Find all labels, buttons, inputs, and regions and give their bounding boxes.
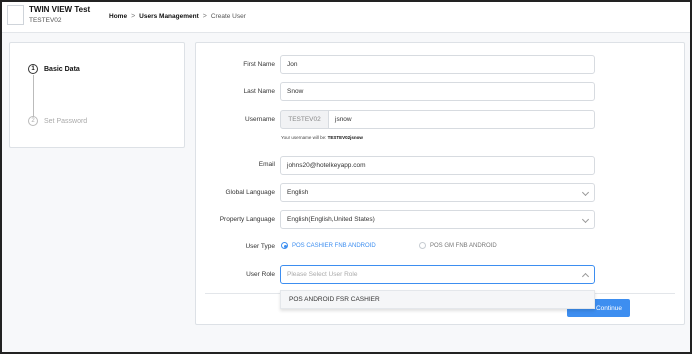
user-type-label: User Type bbox=[245, 243, 275, 250]
first-name-field[interactable]: Jon bbox=[280, 55, 595, 74]
breadcrumb-current: Create User bbox=[210, 13, 246, 20]
user-role-placeholder: Please Select User Role bbox=[287, 271, 358, 278]
step-number-badge: 1 bbox=[28, 64, 38, 74]
user-role-label: User Role bbox=[246, 271, 275, 278]
step-label: Basic Data bbox=[44, 65, 80, 73]
property-language-label: Property Language bbox=[219, 216, 275, 223]
app-title: TWIN VIEW Test bbox=[29, 5, 91, 14]
last-name-field[interactable]: Snow bbox=[280, 82, 595, 101]
email-field[interactable]: johns20@hotelkeyapp.com bbox=[280, 156, 595, 175]
username-prefix: TESTEV02 bbox=[280, 110, 329, 129]
chevron-up-icon bbox=[581, 272, 590, 281]
radio-selected-icon[interactable] bbox=[281, 242, 288, 249]
user-type-option-label: POS CASHIER FNB ANDROID bbox=[292, 242, 376, 249]
steps-panel: 1 Basic Data 2 Set Password bbox=[9, 42, 185, 148]
property-language-select[interactable]: English(English,United States) bbox=[280, 210, 595, 229]
helper-username-preview: TESTEV02jsnow bbox=[327, 135, 363, 140]
step-number-badge: 2 bbox=[28, 116, 38, 126]
step-label: Set Password bbox=[44, 117, 88, 125]
chevron-right-icon: > bbox=[131, 13, 136, 20]
step-basic-data[interactable]: 1 Basic Data bbox=[28, 64, 80, 74]
username-label: Username bbox=[245, 116, 275, 123]
global-language-value: English bbox=[287, 189, 309, 196]
radio-unselected-icon[interactable] bbox=[419, 242, 426, 249]
breadcrumb-home-link[interactable]: Home bbox=[109, 13, 127, 20]
step-set-password[interactable]: 2 Set Password bbox=[28, 116, 87, 126]
app-subtitle: TESTEV02 bbox=[29, 17, 62, 24]
step-connector bbox=[33, 75, 34, 117]
breadcrumb: Home > Users Management > Create User bbox=[109, 13, 246, 20]
chevron-right-icon: > bbox=[202, 13, 207, 20]
user-role-select[interactable]: Please Select User Role bbox=[280, 265, 595, 284]
username-field[interactable]: jsnow bbox=[328, 110, 595, 129]
username-helper-text: Your username will be: TESTEV02jsnow bbox=[281, 135, 363, 140]
chevron-down-icon bbox=[581, 188, 590, 197]
user-type-option-label: POS GM FNB ANDROID bbox=[430, 242, 497, 249]
user-role-dropdown-option[interactable]: POS ANDROID FSR CASHIER bbox=[280, 290, 595, 309]
first-name-label: First Name bbox=[243, 61, 275, 68]
global-language-label: Global Language bbox=[225, 189, 275, 196]
last-name-label: Last Name bbox=[243, 88, 275, 95]
global-language-select[interactable]: English bbox=[280, 183, 595, 202]
breadcrumb-users-management-link[interactable]: Users Management bbox=[139, 13, 199, 20]
chevron-down-icon bbox=[581, 215, 590, 224]
property-language-value: English(English,United States) bbox=[287, 216, 375, 223]
helper-prefix-text: Your username will be: bbox=[281, 135, 327, 140]
user-type-option-gm[interactable]: POS GM FNB ANDROID bbox=[419, 242, 497, 249]
user-type-option-cashier[interactable]: POS CASHIER FNB ANDROID bbox=[281, 242, 376, 249]
app-logo bbox=[7, 5, 24, 25]
email-label: Email bbox=[258, 161, 275, 168]
top-header: TWIN VIEW Test TESTEV02 Home > Users Man… bbox=[2, 2, 690, 33]
